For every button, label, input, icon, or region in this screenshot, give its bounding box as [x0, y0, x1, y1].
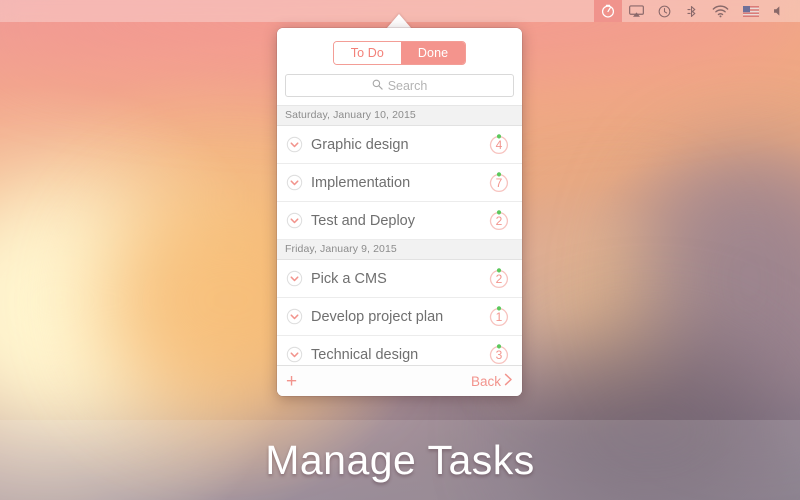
- task-count-badge[interactable]: 1: [486, 304, 512, 330]
- task-check-icon[interactable]: [286, 212, 303, 229]
- filter-segmented-control: To Do Done: [277, 28, 522, 74]
- task-count-value: 2: [486, 266, 512, 292]
- menu-bar-status-items: [594, 0, 800, 22]
- task-title: Develop project plan: [311, 309, 486, 325]
- task-count-badge[interactable]: 7: [486, 170, 512, 196]
- search-placeholder: Search: [388, 79, 428, 93]
- task-row[interactable]: Graphic design4: [277, 126, 522, 164]
- search-input[interactable]: Search: [285, 74, 514, 97]
- caption-text: Manage Tasks: [265, 437, 535, 484]
- chevron-right-icon: [504, 373, 513, 389]
- popover-arrow: [386, 14, 412, 29]
- task-title: Pick a CMS: [311, 271, 486, 287]
- search-area: Search: [277, 74, 522, 105]
- task-title: Test and Deploy: [311, 213, 486, 229]
- task-count-value: 1: [486, 304, 512, 330]
- task-count-badge[interactable]: 2: [486, 266, 512, 292]
- volume-icon[interactable]: [766, 0, 792, 22]
- task-count-value: 3: [486, 342, 512, 366]
- timer-icon[interactable]: [594, 0, 622, 22]
- task-check-icon[interactable]: [286, 308, 303, 325]
- task-row[interactable]: Implementation7: [277, 164, 522, 202]
- input-flag-icon[interactable]: [736, 0, 766, 22]
- task-count-badge[interactable]: 2: [486, 208, 512, 234]
- date-section-header: Friday, January 9, 2015: [277, 240, 522, 260]
- task-check-icon[interactable]: [286, 174, 303, 191]
- tab-todo[interactable]: To Do: [334, 42, 401, 64]
- task-row[interactable]: Technical design3: [277, 336, 522, 365]
- tab-done[interactable]: Done: [401, 42, 465, 64]
- task-check-icon[interactable]: [286, 270, 303, 287]
- task-count-value: 4: [486, 132, 512, 158]
- search-icon: [372, 77, 383, 95]
- screenshot-stage: To Do Done Search Saturday, January 10, …: [0, 0, 800, 500]
- back-button[interactable]: Back: [471, 373, 513, 389]
- date-section-header: Saturday, January 10, 2015: [277, 106, 522, 126]
- task-row[interactable]: Test and Deploy2: [277, 202, 522, 240]
- popover-toolbar: + Back: [277, 365, 522, 396]
- caption-band: Manage Tasks: [0, 420, 800, 500]
- task-title: Technical design: [311, 347, 486, 363]
- task-row[interactable]: Develop project plan1: [277, 298, 522, 336]
- add-task-button[interactable]: +: [286, 372, 297, 391]
- task-count-badge[interactable]: 4: [486, 132, 512, 158]
- tasks-popover: To Do Done Search Saturday, January 10, …: [277, 28, 522, 396]
- task-count-value: 7: [486, 170, 512, 196]
- task-title: Implementation: [311, 175, 486, 191]
- task-count-value: 2: [486, 208, 512, 234]
- task-title: Graphic design: [311, 137, 486, 153]
- task-list[interactable]: Saturday, January 10, 2015Graphic design…: [277, 105, 522, 365]
- wifi-icon[interactable]: [705, 0, 736, 22]
- segmented-control-group: To Do Done: [333, 41, 466, 65]
- back-label: Back: [471, 374, 501, 389]
- task-check-icon[interactable]: [286, 136, 303, 153]
- task-check-icon[interactable]: [286, 346, 303, 363]
- airplay-icon[interactable]: [622, 0, 651, 22]
- clock-icon[interactable]: [651, 0, 678, 22]
- task-count-badge[interactable]: 3: [486, 342, 512, 366]
- task-row[interactable]: Pick a CMS2: [277, 260, 522, 298]
- bluetooth-icon[interactable]: [678, 0, 705, 22]
